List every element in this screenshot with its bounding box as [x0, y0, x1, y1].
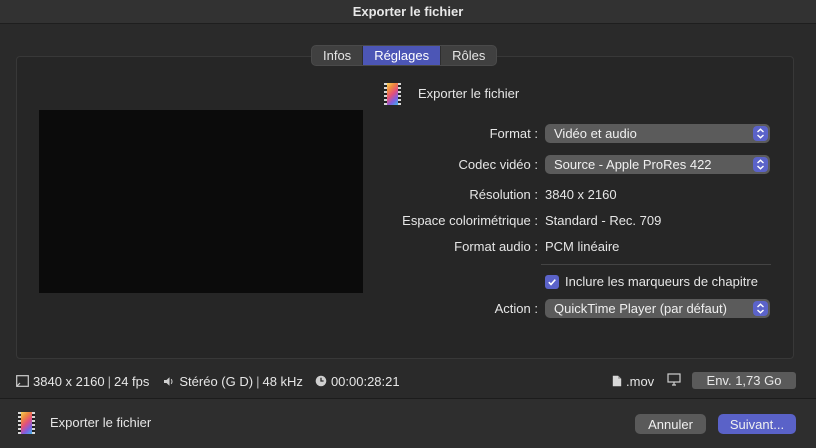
info-duration: 00:00:28:21 [330, 373, 400, 389]
format-popup[interactable]: Vidéo et audio [545, 124, 770, 143]
export-info-bar: 3840 x 2160 | 24 fps Stéréo (G D) | 48 k… [16, 372, 400, 390]
film-strip-icon [384, 83, 401, 105]
format-value: Vidéo et audio [554, 126, 637, 141]
checkmark-icon [548, 279, 556, 286]
video-preview [39, 110, 363, 293]
separator: | [107, 373, 111, 389]
tab-infos[interactable]: Infos [312, 46, 364, 65]
chapter-markers-checkbox[interactable] [545, 275, 559, 289]
info-audio: Stéréo (G D) [179, 373, 254, 389]
file-extension: .mov [612, 372, 654, 390]
audio-format-label: Format audio : [454, 239, 538, 254]
tab-bar: Infos Réglages Rôles [311, 45, 498, 66]
film-strip-icon [18, 412, 35, 434]
popup-stepper-icon [753, 126, 768, 141]
clock-icon [315, 375, 327, 387]
divider [541, 264, 771, 265]
chapter-markers-label[interactable]: Inclure les marqueurs de chapitre [565, 274, 758, 289]
colorspace-value: Standard - Rec. 709 [545, 213, 662, 228]
cancel-button[interactable]: Annuler [635, 414, 706, 434]
display-icon [667, 373, 681, 389]
file-size-badge: Env. 1,73 Go [692, 372, 796, 389]
info-resolution: 3840 x 2160 [33, 373, 105, 389]
popup-stepper-icon [753, 157, 768, 172]
info-sample-rate: 48 kHz [262, 373, 303, 389]
next-button[interactable]: Suivant... [718, 414, 796, 434]
action-popup[interactable]: QuickTime Player (par défaut) [545, 299, 770, 318]
action-value: QuickTime Player (par défaut) [554, 301, 727, 316]
destination-title: Exporter le fichier [418, 86, 520, 101]
audio-format-value: PCM linéaire [545, 239, 620, 254]
tab-reglages[interactable]: Réglages [363, 46, 442, 65]
tab-roles[interactable]: Rôles [441, 46, 496, 65]
action-label: Action : [494, 301, 538, 316]
colorspace-label: Espace colorimétrique : [402, 213, 538, 228]
format-label: Format : [489, 126, 538, 141]
speaker-icon [163, 376, 175, 387]
title-bar: Exporter le fichier [0, 0, 816, 24]
window-title: Exporter le fichier [352, 4, 464, 19]
footer-destination-title: Exporter le fichier [50, 415, 152, 430]
separator: | [256, 373, 260, 389]
codec-value: Source - Apple ProRes 422 [554, 157, 712, 172]
resolution-label: Résolution : [469, 187, 538, 202]
info-fps: 24 fps [113, 373, 150, 389]
resolution-value: 3840 x 2160 [545, 187, 617, 202]
popup-stepper-icon [753, 301, 768, 316]
extension-value: .mov [626, 373, 655, 389]
codec-label: Codec vidéo : [458, 157, 539, 172]
frame-size-icon [16, 375, 29, 387]
codec-popup[interactable]: Source - Apple ProRes 422 [545, 155, 770, 174]
document-icon [612, 375, 622, 387]
